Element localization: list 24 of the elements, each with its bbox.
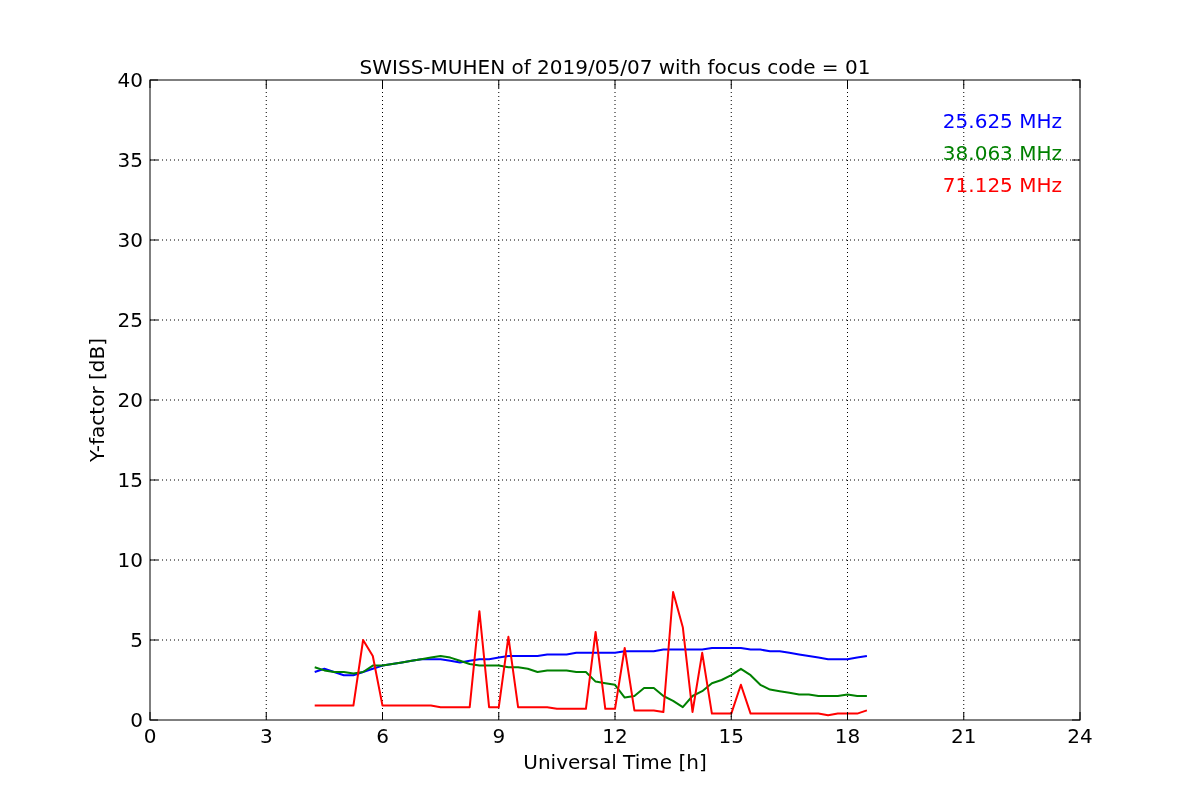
axis-tick-label: 15	[117, 468, 143, 492]
axis-tick-label: 21	[951, 724, 977, 748]
axis-title: Y-factor [dB]	[85, 338, 109, 462]
axis-tick-label: 3	[259, 724, 273, 748]
axis-tick-label: 12	[602, 724, 628, 748]
axis-tick-label: 30	[117, 228, 143, 252]
axis-tick-label: 10	[117, 548, 143, 572]
axis-tick-label: 40	[117, 68, 143, 92]
legend-label: 25.625 MHz	[942, 109, 1062, 133]
axis-tick-label: 0	[143, 724, 157, 748]
axis-tick-label: 9	[492, 724, 506, 748]
axis-tick-label: 6	[376, 724, 389, 748]
chart-title: SWISS-MUHEN of 2019/05/07 with focus code = 01	[359, 55, 871, 79]
axis-tick-label: 20	[117, 388, 143, 412]
axis-tick-label: 18	[834, 724, 861, 748]
legend-label: 71.125 MHz	[942, 173, 1062, 197]
axis-tick-label: 25	[117, 308, 143, 332]
axis-tick-label: 24	[1067, 724, 1093, 748]
axis-title: Universal Time [h]	[523, 750, 707, 774]
axis-tick-label: 35	[117, 148, 143, 172]
axis-tick-label: 15	[718, 724, 744, 748]
axis-tick-label: 0	[130, 708, 143, 732]
legend-label: 38.063 MHz	[942, 141, 1062, 165]
axis-tick-label: 5	[130, 628, 143, 652]
